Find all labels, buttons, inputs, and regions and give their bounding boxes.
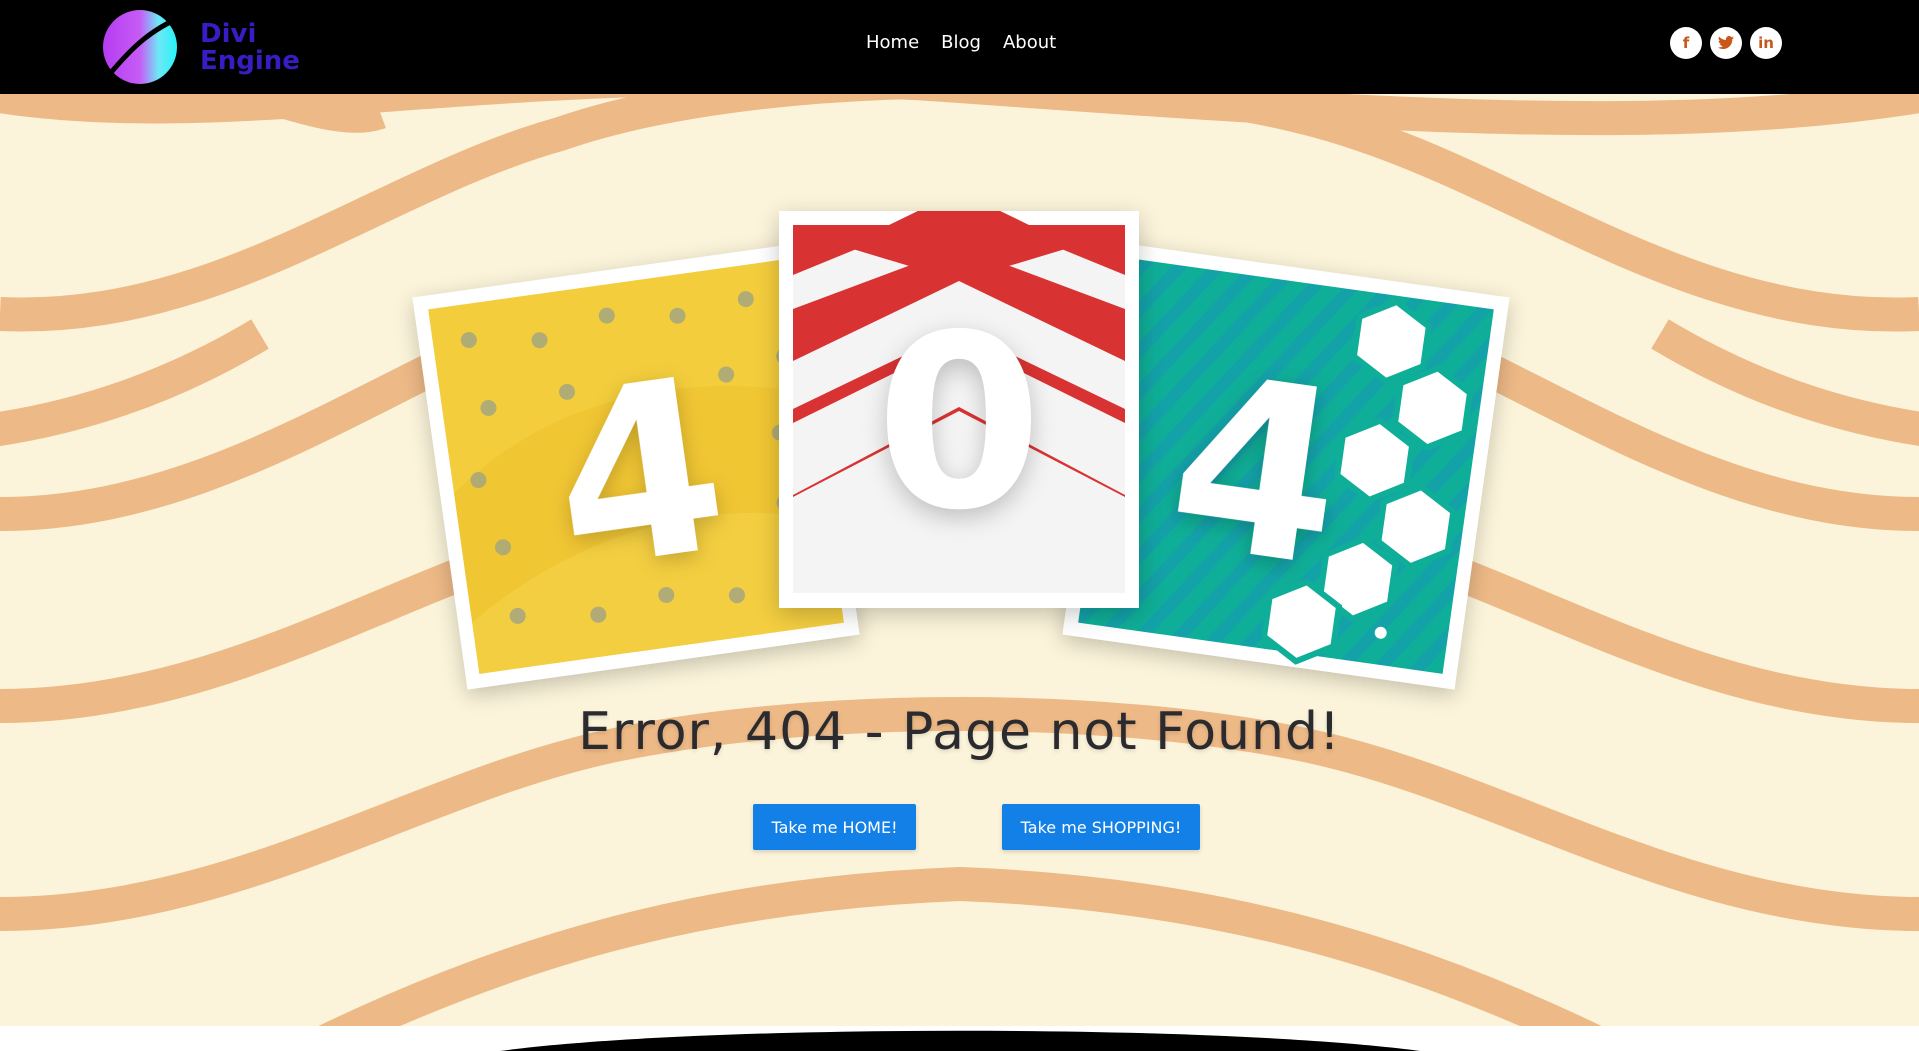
- facebook-icon[interactable]: f: [1670, 27, 1702, 59]
- top-navigation-bar: Divi Engine Home Blog About f in: [0, 0, 1919, 94]
- nav-about-link[interactable]: About: [1003, 32, 1056, 53]
- red-chevron-pattern: 0: [793, 211, 1125, 593]
- 404-cards-illustration: 4 4 0: [0, 0, 1919, 1051]
- logo-mark-icon: [102, 10, 187, 84]
- middle-digit-text: 0: [876, 283, 1043, 563]
- logo-text-line2: Engine: [200, 46, 300, 76]
- social-links: f in: [1670, 27, 1782, 59]
- linkedin-icon[interactable]: in: [1750, 27, 1782, 59]
- nav-home-link[interactable]: Home: [866, 32, 919, 53]
- error-heading: Error, 404 - Page not Found!: [578, 702, 1341, 762]
- take-me-shopping-button[interactable]: Take me SHOPPING!: [1002, 804, 1200, 850]
- take-me-home-button[interactable]: Take me HOME!: [753, 804, 916, 850]
- footer-curve-divider: [0, 1026, 1919, 1051]
- logo-text-line1: Divi: [200, 19, 257, 49]
- divi-engine-logo[interactable]: Divi Engine: [90, 9, 300, 85]
- main-nav: Home Blog About: [866, 32, 1056, 53]
- twitter-bird-icon: [1718, 36, 1734, 49]
- logo-text: Divi Engine: [200, 21, 300, 75]
- middle-card-red: 0: [779, 211, 1139, 608]
- twitter-icon[interactable]: [1710, 27, 1742, 59]
- nav-blog-link[interactable]: Blog: [941, 32, 981, 53]
